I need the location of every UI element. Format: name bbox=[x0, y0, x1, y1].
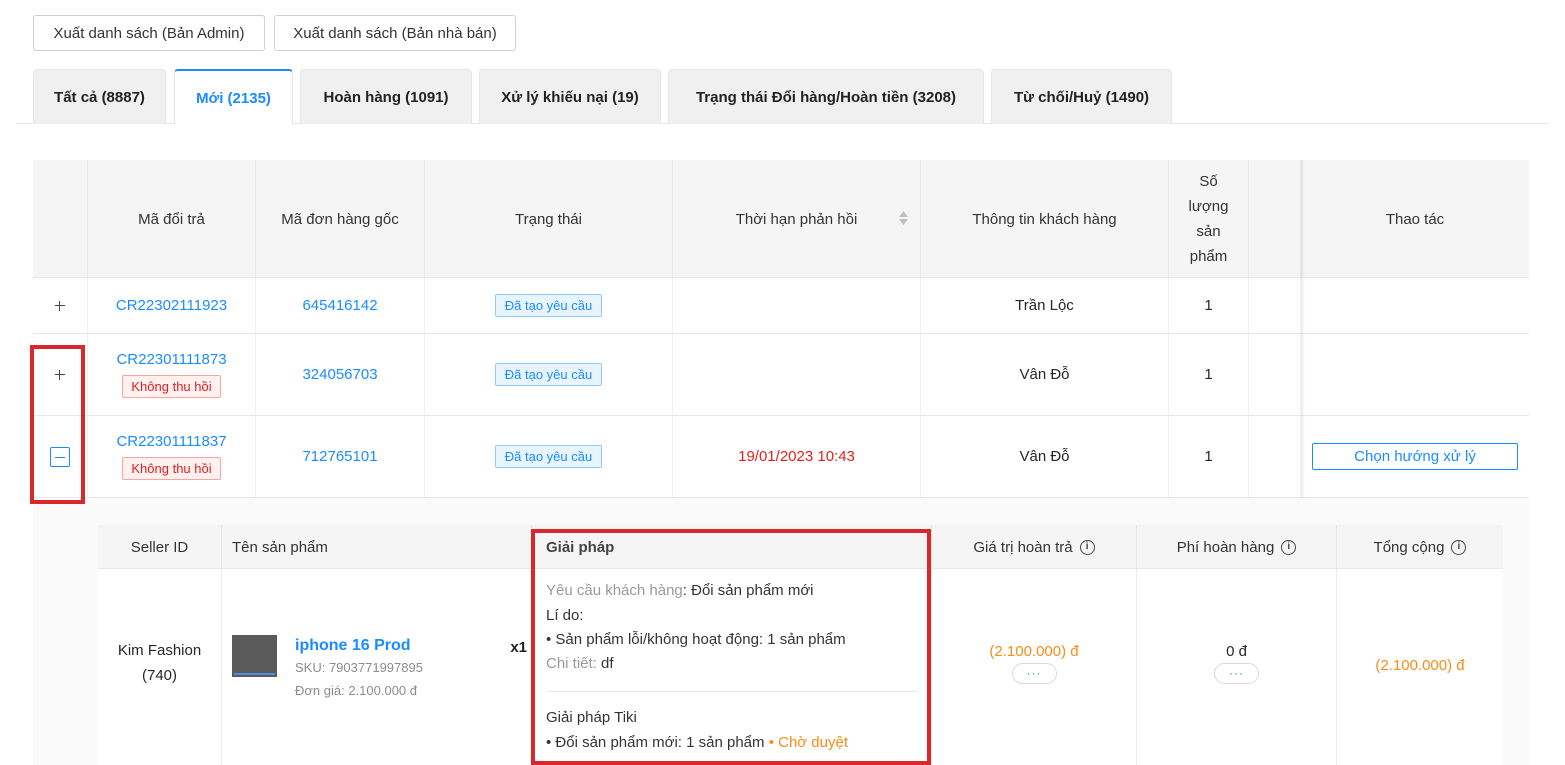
detail-header: Seller ID Tên sản phẩm Giải pháp Giá trị… bbox=[98, 525, 1503, 569]
collapse-row-button[interactable] bbox=[50, 446, 70, 467]
tiki-solution-value: • Đổi sản phẩm mới: 1 sản phẩm bbox=[546, 734, 765, 751]
return-fee-value: 0 đ bbox=[1226, 642, 1247, 660]
return-code-link[interactable]: CR22301111873 bbox=[116, 351, 226, 368]
detail-header-product-name: Tên sản phẩm bbox=[222, 525, 532, 569]
customer-name: Trần Lộc bbox=[1015, 297, 1074, 314]
tab-returns[interactable]: Hoàn hàng (1091) bbox=[300, 69, 472, 124]
refund-value: (2.100.000) đ bbox=[989, 642, 1079, 660]
refund-value-header-label: Giá trị hoàn trả bbox=[973, 538, 1073, 556]
detail-label: Chi tiết: bbox=[546, 655, 597, 672]
more-options-button[interactable]: ··· bbox=[1011, 662, 1057, 684]
customer-name: Vân Đỗ bbox=[1019, 366, 1070, 383]
detail-header-solution: Giải pháp bbox=[532, 525, 932, 569]
status-badge: Đã tạo yêu cầu bbox=[494, 294, 603, 317]
return-code-link[interactable]: CR22301111837 bbox=[116, 433, 226, 450]
tiki-solution-label: Giải pháp Tiki bbox=[546, 709, 637, 726]
solution-cell: Yêu cầu khách hàng: Đổi sản phẩm mới Lí … bbox=[532, 569, 932, 765]
status-badge: Đã tạo yêu cầu bbox=[494, 445, 603, 468]
detail-value: df bbox=[596, 655, 614, 672]
return-code-link[interactable]: CR22302111923 bbox=[116, 297, 227, 314]
tab-rejected-cancelled[interactable]: Từ chối/Huỷ (1490) bbox=[991, 69, 1172, 124]
pending-approval-status: • Chờ duyệt bbox=[764, 734, 848, 751]
header-status: Trạng thái bbox=[425, 160, 673, 278]
header-customer: Thông tin khách hàng bbox=[921, 160, 1169, 278]
reason-label: Lí do: bbox=[546, 607, 584, 624]
no-recall-badge: Không thu hồi bbox=[122, 375, 221, 398]
order-code-link[interactable]: 324056703 bbox=[302, 366, 377, 383]
header-order-code: Mã đơn hàng gốc bbox=[256, 160, 425, 278]
order-code-link[interactable]: 712765101 bbox=[302, 448, 377, 465]
header-deadline[interactable]: Thời hạn phản hồi bbox=[673, 160, 921, 278]
detail-header-seller-id: Seller ID bbox=[98, 525, 222, 569]
expand-row-button[interactable] bbox=[53, 299, 67, 313]
deadline-text: 19/01/2023 10:43 bbox=[738, 448, 855, 465]
reason-value: • Sản phẩm lỗi/không hoạt động: 1 sản ph… bbox=[546, 631, 846, 648]
tab-exchange-refund-status[interactable]: Trạng thái Đổi hàng/Hoàn tiền (3208) bbox=[668, 69, 984, 124]
detail-table: Seller ID Tên sản phẩm Giải pháp Giá trị… bbox=[98, 525, 1503, 765]
customer-name: Vân Đỗ bbox=[1019, 448, 1070, 465]
product-sku: SKU: 7903771997895 bbox=[295, 660, 423, 675]
sort-icon[interactable] bbox=[899, 211, 908, 225]
more-options-button[interactable]: ··· bbox=[1214, 662, 1259, 684]
expand-row-button[interactable] bbox=[53, 368, 67, 382]
return-fee-header-label: Phí hoàn hàng bbox=[1176, 538, 1275, 556]
detail-row: Kim Fashion (740) iphone 16 Prod SKU: 79… bbox=[98, 569, 1503, 765]
choose-handling-button[interactable]: Chọn hướng xử lý bbox=[1312, 443, 1518, 470]
export-admin-button[interactable]: Xuất danh sách (Bản Admin) bbox=[33, 15, 265, 51]
product-unit-price: Đơn giá: 2.100.000 đ bbox=[295, 683, 418, 698]
header-empty bbox=[1249, 160, 1301, 278]
header-deadline-label: Thời hạn phản hồi bbox=[735, 210, 858, 228]
quantity-value: 1 bbox=[1204, 448, 1213, 465]
solution-divider bbox=[546, 691, 918, 692]
status-badge: Đã tạo yêu cầu bbox=[494, 363, 603, 386]
quantity-value: 1 bbox=[1204, 297, 1213, 314]
no-recall-badge: Không thu hồi bbox=[122, 457, 221, 480]
order-code-link[interactable]: 645416142 bbox=[302, 297, 377, 314]
tab-complaints[interactable]: Xử lý khiếu nại (19) bbox=[479, 69, 661, 124]
seller-name: Kim Fashion bbox=[117, 642, 202, 659]
seller-id: (740) bbox=[141, 667, 178, 684]
export-seller-button[interactable]: Xuất danh sách (Bản nhà bán) bbox=[274, 15, 516, 51]
detail-header-refund-value: Giá trị hoàn trả i bbox=[932, 525, 1137, 569]
customer-request-label: Yêu cầu khách hàng bbox=[546, 582, 683, 599]
detail-header-total: Tổng cộng i bbox=[1337, 525, 1503, 569]
customer-request-value: : Đổi sản phẩm mới bbox=[682, 582, 814, 599]
tab-all[interactable]: Tất cả (8887) bbox=[33, 69, 166, 124]
product-thumbnail[interactable] bbox=[232, 635, 277, 677]
info-icon[interactable]: i bbox=[1079, 539, 1095, 555]
header-return-code: Mã đổi trả bbox=[88, 160, 256, 278]
header-actions: Thao tác bbox=[1385, 210, 1445, 228]
product-name-link[interactable]: iphone 16 Prod bbox=[295, 637, 411, 655]
header-expand bbox=[33, 160, 88, 278]
header-quantity: Số lượng sản phẩm bbox=[1169, 160, 1249, 278]
detail-header-return-fee: Phí hoàn hàng i bbox=[1137, 525, 1337, 569]
total-value: (2.100.000) đ bbox=[1375, 656, 1465, 674]
info-icon[interactable]: i bbox=[1281, 539, 1297, 555]
info-icon[interactable]: i bbox=[1451, 539, 1467, 555]
fixed-column-shadow bbox=[1301, 160, 1305, 498]
product-quantity: x1 bbox=[510, 639, 527, 656]
tab-new[interactable]: Mới (2135) bbox=[174, 69, 293, 125]
total-header-label: Tổng cộng bbox=[1373, 538, 1445, 556]
expanded-detail: Seller ID Tên sản phẩm Giải pháp Giá trị… bbox=[33, 498, 1529, 765]
quantity-value: 1 bbox=[1204, 366, 1213, 383]
